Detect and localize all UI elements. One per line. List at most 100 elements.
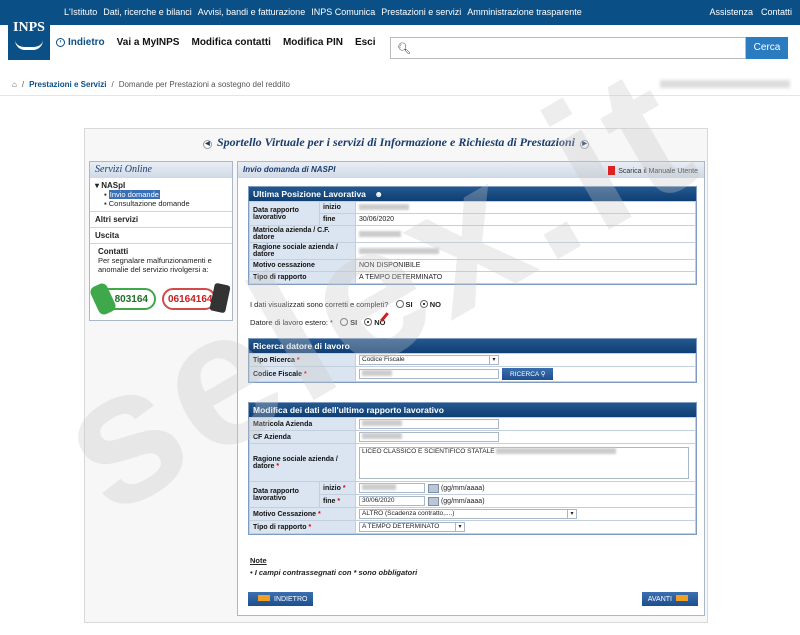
top-menu-item[interactable]: Amministrazione trasparente (467, 7, 582, 17)
value (355, 417, 696, 431)
user-info-icon[interactable]: ☻ (374, 189, 383, 199)
search-button[interactable]: Cerca (746, 37, 788, 59)
phone-red: 06164164 (162, 282, 231, 314)
radio-label: NO (429, 300, 441, 309)
codice-fiscale-input[interactable] (359, 369, 499, 379)
label: Matricola azienda / C.F. datore (249, 225, 356, 243)
contatti-link[interactable]: Contatti (761, 7, 792, 17)
phone-number-1: 803164 (114, 294, 148, 305)
top-menu-item[interactable]: Dati, ricerche e bilanci (103, 7, 192, 17)
question-label: Datore di lavoro estero: * (250, 318, 333, 327)
breadcrumb-sep: / (111, 80, 114, 89)
value: 30/06/2020 (355, 213, 696, 226)
top-menu-item[interactable]: Avvisi, bandi e fatturazione (198, 7, 305, 17)
label: Tipo di rapporto (249, 271, 356, 284)
fine-date-input[interactable]: 30/06/2020 (359, 496, 425, 506)
label-text: fine (323, 497, 336, 505)
top-menu-item[interactable]: Prestazioni e servizi (381, 7, 461, 17)
top-menu-item[interactable]: INPS Comunica (311, 7, 375, 17)
question-datore-estero: Datore di lavoro estero: * SI NO (250, 318, 386, 327)
label-text: Codice Fiscale (253, 370, 303, 378)
label: Ragione sociale azienda / datore * (249, 443, 356, 482)
label: Matricola Azienda (249, 417, 356, 431)
motivo-cessazione-select[interactable]: ALTRO (Scadenza contratto,....) ▾ (359, 509, 577, 519)
modifica-contatti-link[interactable]: Modifica contatti (191, 37, 270, 48)
logo-wave-icon (15, 40, 43, 50)
label-text: Tipo di rapporto (253, 523, 307, 531)
prev-arrow-icon[interactable]: ◀ (202, 140, 212, 149)
label-text: inizio (323, 484, 341, 492)
note-title: Note (250, 556, 267, 565)
indietro-button[interactable]: INDIETRO (248, 592, 314, 606)
note-text: • I campi contrassegnati con * sono obbl… (250, 568, 418, 577)
sidebar-item-invio[interactable]: ▪ Invio domande (90, 190, 232, 199)
value (355, 242, 696, 260)
phone-green: 803164 (88, 281, 156, 317)
matricola-input[interactable] (359, 419, 499, 429)
label-text: Ragione sociale azienda / datore (253, 455, 338, 470)
radio-si[interactable] (340, 318, 349, 326)
button-label: INDIETRO (274, 596, 308, 603)
modifica-pin-link[interactable]: Modifica PIN (283, 37, 343, 48)
chevron-down-icon: ▾ (567, 510, 576, 518)
label: Tipo di rapporto * (249, 520, 356, 534)
next-arrow-icon[interactable]: ▶ (580, 140, 590, 149)
search-input[interactable]: 🔍︎ (390, 37, 746, 59)
last-position-box: Ultima Posizione Lavorativa ☻ Data rappo… (248, 186, 697, 285)
value: A TEMPO DETERMINATO ▾ (355, 520, 696, 534)
contatti-text: Per segnalare malfunzionamenti e anomali… (98, 256, 212, 274)
calendar-icon[interactable] (428, 483, 439, 493)
note-text-value: I campi contrassegnati con * sono obblig… (254, 568, 418, 577)
tipo-rapporto-select[interactable]: A TEMPO DETERMINATO ▾ (359, 522, 465, 532)
value (355, 430, 696, 444)
modifica-table: Matricola Azienda CF Azienda Ragione soc… (249, 417, 696, 534)
back-link[interactable]: ‹ Indietro (56, 37, 105, 48)
esci-link[interactable]: Esci (355, 37, 376, 48)
sidebar-section-altri[interactable]: Altri servizi (90, 212, 232, 224)
main-form: Invio domanda di NASPI Scarica il Manual… (237, 161, 705, 616)
panel-title: ◀ Sportello Virtuale per i servizi di Inf… (85, 135, 707, 150)
modifica-box: Modifica dei dati dell'ultimo rapporto l… (248, 402, 697, 535)
phone-number-2: 06164164 (168, 294, 213, 305)
ragione-sociale-textarea[interactable]: LICEO CLASSICO E SCIENTIFICO STATALE (359, 446, 689, 479)
form-title: Invio domanda di NASPI (243, 165, 336, 174)
arrow-right-icon (676, 595, 688, 601)
top-menu-item[interactable]: L'Istituto (64, 7, 97, 17)
textarea-value: LICEO CLASSICO E SCIENTIFICO STATALE (362, 447, 495, 455)
search-icon: 🔍︎ (397, 43, 411, 55)
manual-link[interactable]: Scarica il Manuale Utente (608, 166, 698, 175)
radio-no[interactable] (364, 318, 373, 326)
value: 30/06/2020 (gg/mm/aaaa) (355, 494, 696, 508)
avanti-button[interactable]: AVANTI (641, 592, 698, 606)
sidebar-item-consultazione[interactable]: ▪ Consultazione domande (90, 199, 232, 208)
question-label: I dati visualizzati sono corretti e comp… (250, 300, 389, 309)
inps-logo[interactable]: INPS (8, 6, 50, 60)
radio-label: SI (350, 318, 358, 327)
box-title: Ultima Posizione Lavorativa (253, 189, 366, 199)
value: RICERCA ⚲ (355, 366, 696, 382)
calendar-icon[interactable] (428, 496, 439, 506)
value: ALTRO (Scadenza contratto,....) ▾ (355, 507, 696, 521)
select-value: ALTRO (Scadenza contratto,....) (362, 510, 455, 517)
sidebar-section-naspi[interactable]: ▾ NASpI (90, 178, 232, 190)
breadcrumb-prestazioni[interactable]: Prestazioni e Servizi (29, 80, 106, 89)
value: NON DISPONIBILE (355, 259, 696, 272)
radio-si[interactable] (395, 300, 404, 308)
label: Codice Fiscale * (249, 366, 356, 382)
value: LICEO CLASSICO E SCIENTIFICO STATALE (355, 443, 696, 482)
radio-no[interactable] (419, 300, 428, 308)
panel-title-text: Sportello Virtuale per i servizi di Info… (216, 135, 576, 149)
back-label: Indietro (68, 37, 105, 48)
myinps-link[interactable]: Vai a MyINPS (117, 37, 180, 48)
home-icon[interactable]: ⌂ (12, 80, 17, 89)
inizio-date-input[interactable] (359, 483, 425, 493)
cf-azienda-input[interactable] (359, 432, 499, 442)
assistenza-link[interactable]: Assistenza (709, 7, 753, 17)
button-label: AVANTI (647, 596, 672, 603)
ricerca-button[interactable]: RICERCA ⚲ (502, 368, 554, 380)
tipo-ricerca-select[interactable]: Codice Fiscale ▾ (359, 355, 499, 365)
sidebar-section-uscita[interactable]: Uscita (90, 228, 232, 240)
value (355, 225, 696, 243)
contatti-block: Contatti Per segnalare malfunzionamenti … (90, 244, 232, 277)
sidebar-section-label: NASpI (101, 181, 126, 190)
